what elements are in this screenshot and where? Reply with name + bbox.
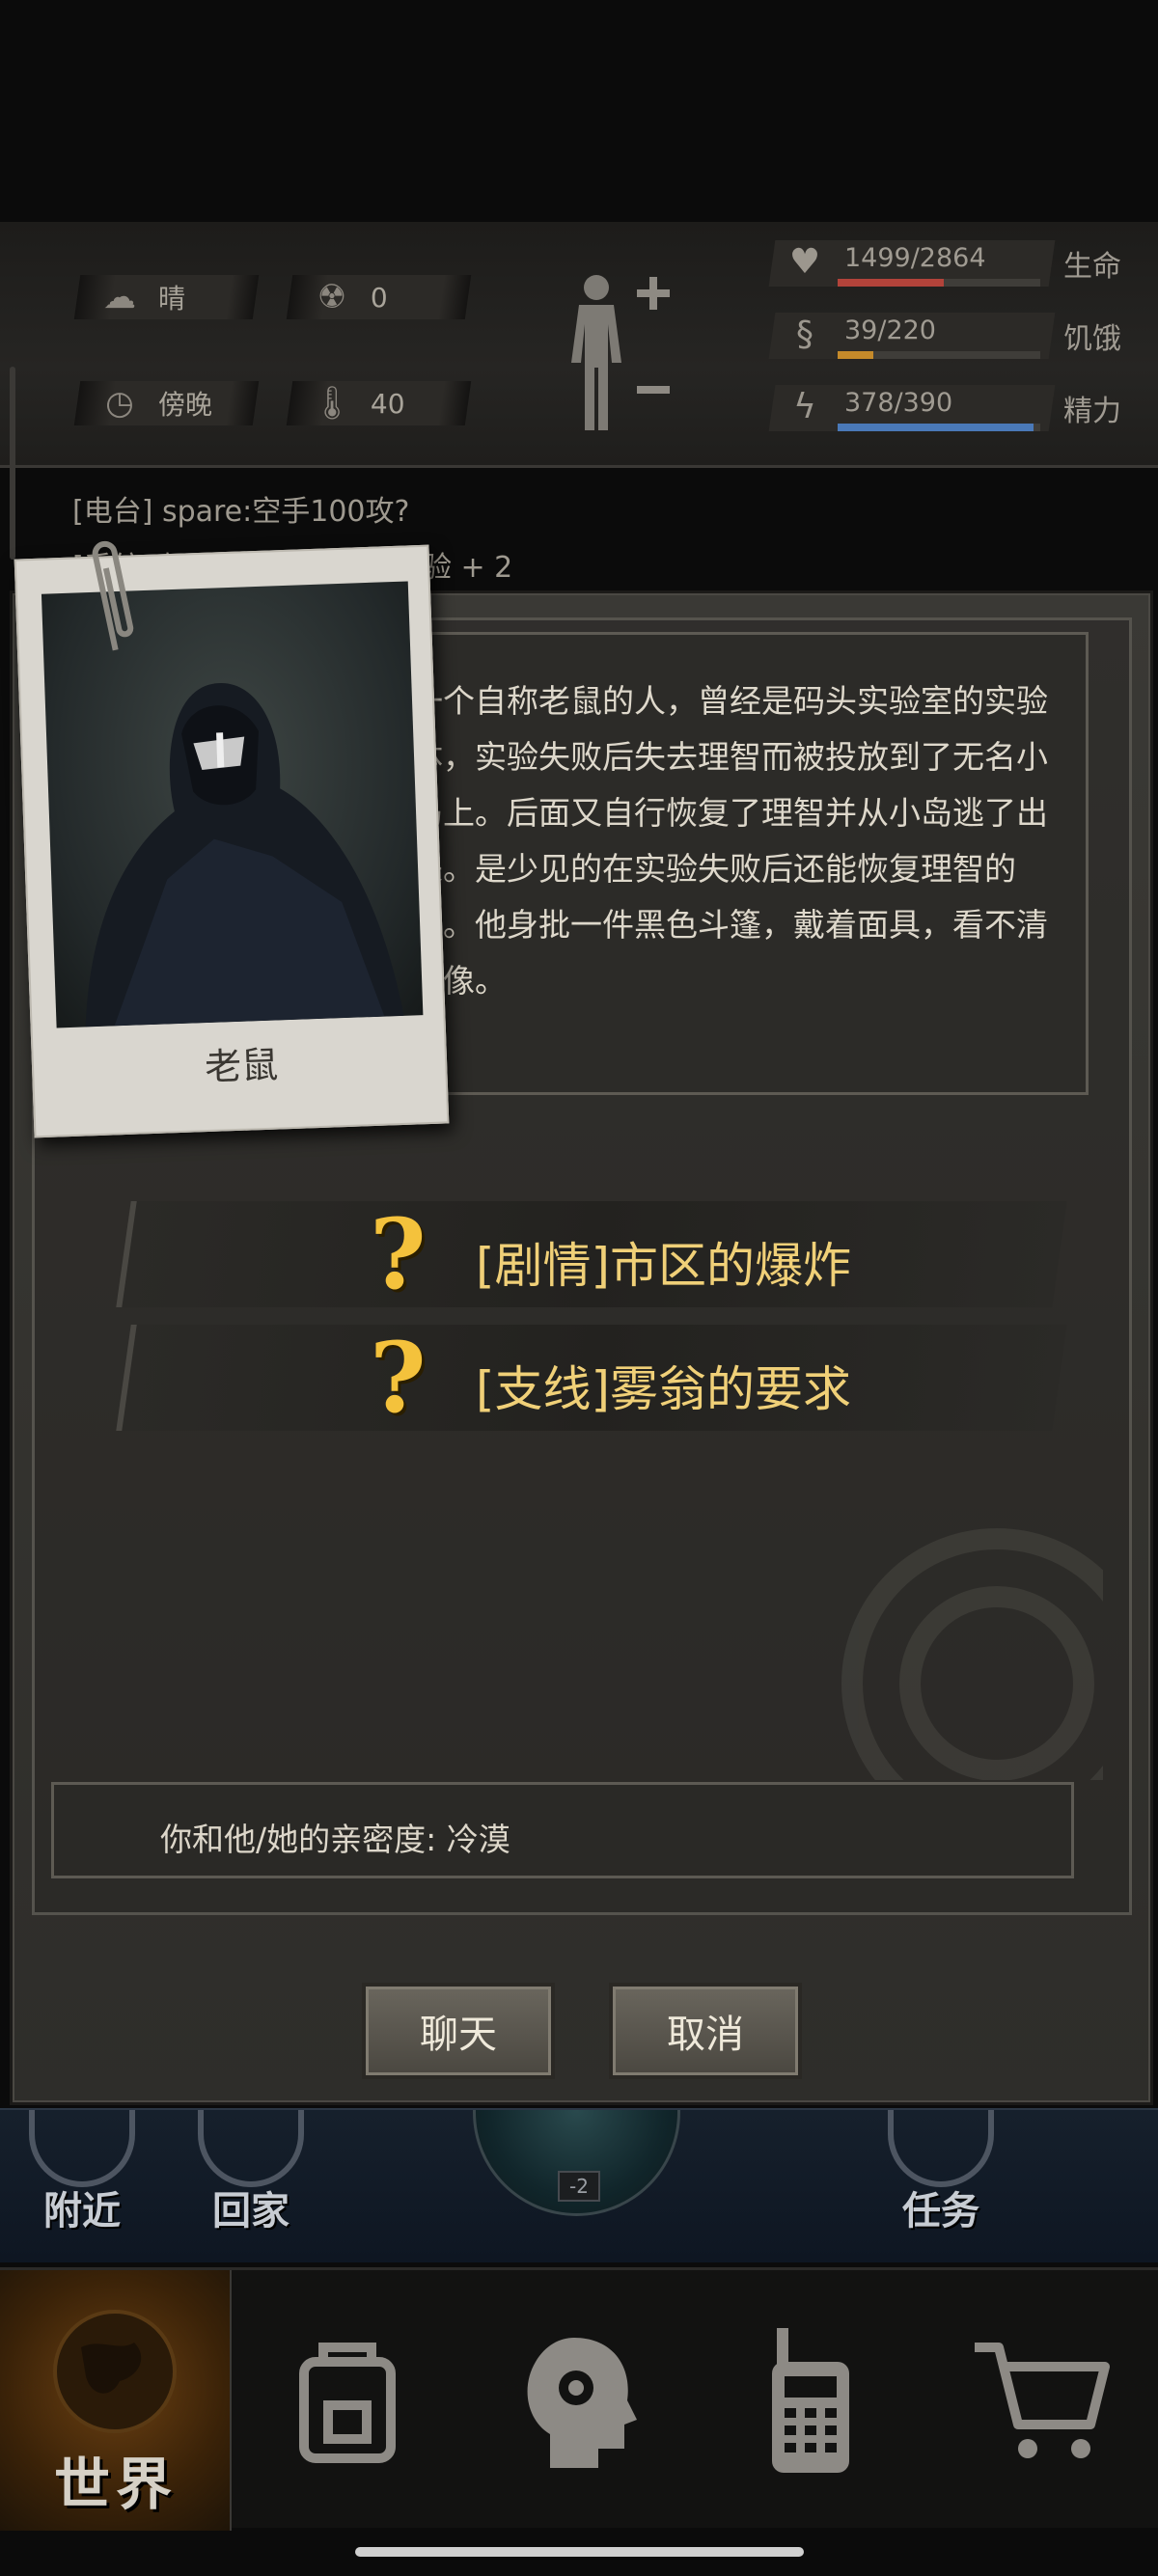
- shopping-cart-icon: [975, 2343, 1110, 2458]
- go-home-button[interactable]: 回家: [188, 2110, 314, 2255]
- quick-nav-bar: 附近 回家 -2 任务: [0, 2108, 1158, 2262]
- quest-label: [剧情]市区的爆炸: [476, 1238, 852, 1294]
- tab-radio[interactable]: [695, 2270, 926, 2531]
- plus-minus-icon: [637, 277, 670, 394]
- question-mark-icon: ?: [370, 1197, 427, 1311]
- energy-value: 378/390: [844, 388, 953, 418]
- health-label: 生命: [1063, 250, 1121, 284]
- bottom-tab-bar: 世界: [0, 2267, 1158, 2531]
- radiation-watermark-icon: [841, 1528, 1103, 1780]
- home-icon: [198, 2110, 304, 2187]
- globe-icon: [53, 2310, 177, 2433]
- radar-badge: -2: [558, 2171, 600, 2202]
- tab-backpack[interactable]: [232, 2270, 463, 2531]
- energy-bar: [838, 424, 1034, 431]
- npc-name: 老鼠: [204, 1043, 279, 1089]
- temperature-indicator: 🌡 40: [286, 381, 472, 425]
- hunger-value: 39/220: [844, 315, 936, 345]
- radiation-icon: ☢: [317, 278, 347, 316]
- clock-icon: ◷: [105, 384, 134, 423]
- nearby-button[interactable]: 附近: [19, 2110, 145, 2255]
- hunger-stat: § 39/220 饥饿: [768, 309, 1139, 363]
- head-gear-icon: [527, 2338, 637, 2468]
- home-indicator[interactable]: [355, 2547, 804, 2557]
- npc-portrait: [41, 581, 424, 1028]
- health-bar: [838, 279, 944, 287]
- home-label: 回家: [212, 2189, 290, 2233]
- quest-label: [支线]雾翁的要求: [476, 1361, 852, 1417]
- tab-shop[interactable]: [926, 2270, 1158, 2531]
- location-pin-icon: [29, 2110, 135, 2187]
- task-label: 任务: [902, 2189, 979, 2233]
- radio-phone-icon: [772, 2328, 849, 2473]
- health-stat: ♥ 1499/2864 生命: [768, 236, 1139, 290]
- radiation-value: 0: [371, 281, 388, 314]
- backpack-icon: [299, 2343, 396, 2463]
- energy-label: 精力: [1063, 395, 1121, 428]
- stomach-icon: §: [796, 315, 813, 354]
- energy-icon: ϟ: [793, 387, 816, 426]
- question-mark-icon: ?: [370, 1321, 427, 1435]
- nearby-label: 附近: [43, 2189, 121, 2233]
- tab-world-label: 世界: [53, 2452, 178, 2517]
- time-value: 傍晚: [158, 389, 213, 421]
- status-hud: ☁ 晴 ☢ 0 ◷ 傍晚 🌡 40 ♥ 1499/2864 生命 § 39/22…: [0, 222, 1158, 468]
- temperature-value: 40: [371, 387, 405, 420]
- radiation-indicator: ☢ 0: [286, 275, 472, 319]
- weather-value: 晴: [158, 283, 186, 315]
- heart-pulse-icon: ♥: [788, 242, 821, 282]
- energy-stat: ϟ 378/390 精力: [768, 381, 1139, 435]
- thermometer-icon: 🌡: [311, 384, 353, 423]
- time-indicator: ◷ 傍晚: [73, 381, 260, 425]
- npc-description-box: 一个自称老鼠的人，曾经是码头实验室的实验体，实验失败后失去理智而被投放到了无名小…: [394, 632, 1089, 1095]
- cancel-button[interactable]: 取消: [609, 1983, 802, 2079]
- health-value: 1499/2864: [844, 243, 986, 273]
- log-line: [电台] spare:空手100攻?: [72, 495, 410, 529]
- tab-world[interactable]: 世界: [0, 2270, 232, 2531]
- log-scrollbar[interactable]: [10, 367, 15, 560]
- npc-portrait-card: 老鼠: [14, 544, 450, 1138]
- cloud-sun-icon: ☁: [103, 278, 136, 316]
- clipboard-icon: [888, 2110, 994, 2187]
- task-button[interactable]: 任务: [878, 2110, 1004, 2255]
- hunger-label: 饥饿: [1063, 322, 1121, 356]
- quest-option-side[interactable]: ? [支线]雾翁的要求: [116, 1321, 1067, 1435]
- hunger-bar: [838, 351, 874, 359]
- weather-indicator: ☁ 晴: [73, 275, 260, 319]
- intimacy-text: 你和他/她的亲密度: 冷漠: [160, 1821, 510, 1858]
- intimacy-bar: 你和他/她的亲密度: 冷漠: [51, 1782, 1074, 1878]
- body-status-button[interactable]: [560, 270, 676, 434]
- chat-button[interactable]: 聊天: [362, 1983, 555, 2079]
- quest-option-main[interactable]: ? [剧情]市区的爆炸: [116, 1197, 1067, 1311]
- npc-description: 一个自称老鼠的人，曾经是码头实验室的实验体，实验失败后失去理智而被投放到了无名小…: [411, 682, 1048, 1000]
- tab-skills[interactable]: [463, 2270, 695, 2531]
